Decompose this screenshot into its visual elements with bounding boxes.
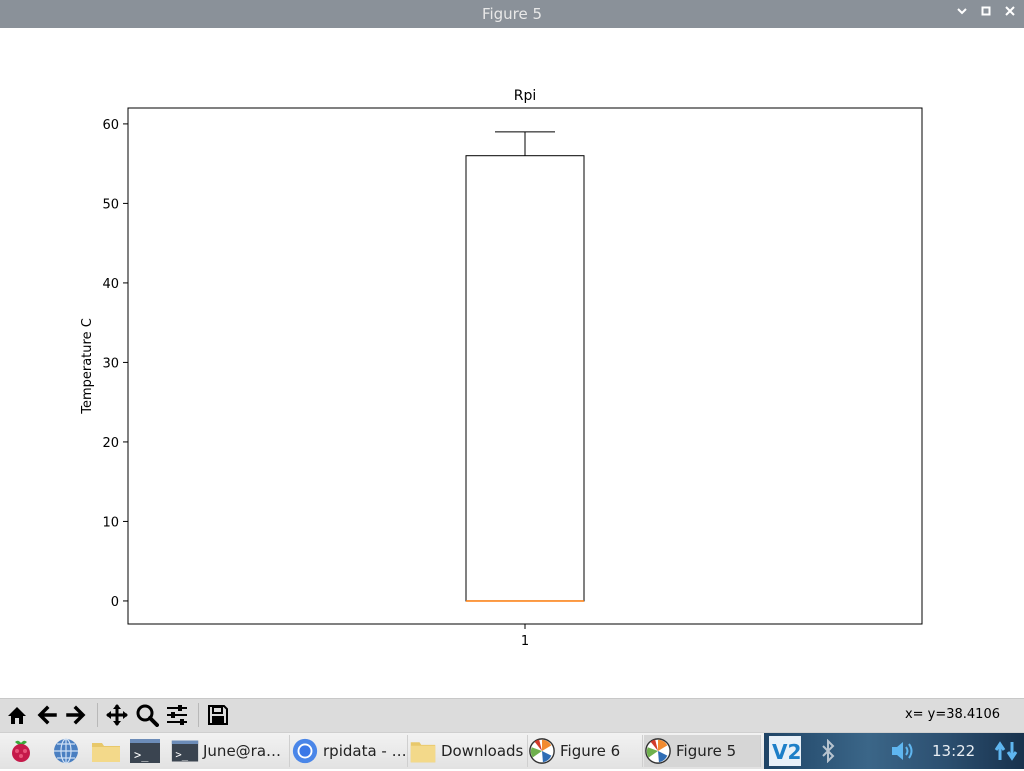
raspberry-menu-button[interactable]	[6, 736, 36, 766]
close-icon	[1005, 6, 1015, 16]
maximize-icon	[981, 6, 991, 16]
file-manager-icon	[92, 743, 120, 762]
x-tick-label: 1	[521, 634, 529, 649]
taskbar: >_ >_ June@ra… rpidata - … Downloads Fig…	[0, 732, 1024, 769]
toolbar-separator	[198, 703, 199, 727]
boxplot-chart: Rpi Temperature C 0 10 20 30 40 50 60 1	[80, 88, 923, 649]
forward-arrow-icon	[66, 705, 86, 725]
folder-icon	[410, 742, 436, 763]
forward-button[interactable]	[63, 702, 89, 728]
pan-button[interactable]	[104, 702, 130, 728]
close-button[interactable]	[1000, 4, 1020, 24]
window-titlebar: Figure 5	[0, 0, 1024, 28]
raspberry-menu-icon	[12, 740, 30, 762]
matplotlib-icon	[645, 738, 671, 764]
zoom-icon	[136, 704, 159, 727]
network-icon	[994, 741, 1018, 761]
y-tick-label: 0	[111, 595, 119, 610]
chart-title: Rpi	[514, 88, 537, 104]
task-label: rpidata - …	[323, 742, 407, 760]
back-arrow-icon	[37, 705, 57, 725]
configure-subplots-button[interactable]	[164, 702, 190, 728]
save-button[interactable]	[205, 702, 231, 728]
y-tick-label: 40	[102, 277, 119, 292]
task-label: June@ra…	[203, 742, 282, 760]
vnc-button[interactable]: V2	[768, 735, 802, 771]
task-label: Downloads	[441, 742, 524, 760]
system-tray: V2 13:22	[764, 733, 1024, 769]
box-iqr	[465, 155, 585, 602]
vnc-icon: V2	[769, 736, 801, 766]
terminal-icon: >_	[171, 740, 199, 762]
web-browser-icon	[54, 738, 78, 764]
window-title: Figure 5	[481, 5, 543, 23]
task-terminal[interactable]: >_ June@ra…	[171, 735, 290, 767]
home-icon	[8, 707, 26, 724]
bluetooth-button[interactable]	[820, 738, 836, 767]
task-figure-6[interactable]: Figure 6	[528, 735, 643, 767]
volume-button[interactable]	[890, 739, 918, 767]
web-browser-launcher[interactable]	[51, 736, 81, 766]
task-figure-5[interactable]: Figure 5	[644, 735, 761, 767]
back-button[interactable]	[34, 702, 60, 728]
y-tick-label: 60	[102, 118, 119, 133]
svg-text:V2: V2	[772, 740, 801, 764]
maximize-button[interactable]	[976, 4, 996, 24]
svg-text:>_: >_	[175, 749, 188, 761]
save-icon	[208, 705, 228, 725]
chromium-icon	[292, 738, 318, 764]
volume-icon	[892, 742, 913, 760]
task-label: Figure 6	[560, 742, 621, 760]
toolbar-separator	[97, 703, 98, 727]
svg-text:>_: >_	[134, 748, 149, 762]
x-axis-ticks: 1	[521, 624, 529, 649]
terminal-launcher[interactable]: >_	[129, 736, 160, 766]
matplotlib-icon	[529, 738, 555, 764]
task-downloads[interactable]: Downloads	[409, 735, 528, 767]
figure-canvas[interactable]: Rpi Temperature C 0 10 20 30 40 50 60 1	[0, 28, 1024, 698]
bluetooth-icon	[822, 738, 835, 764]
home-button[interactable]	[4, 702, 30, 728]
y-tick-label: 30	[102, 356, 119, 371]
task-label: Figure 5	[676, 742, 737, 760]
minimize-button[interactable]	[952, 4, 972, 24]
file-manager-launcher[interactable]	[90, 736, 120, 766]
zoom-button[interactable]	[134, 702, 160, 728]
task-chromium[interactable]: rpidata - …	[291, 735, 408, 767]
clock: 13:22	[932, 742, 976, 760]
cursor-coordinates: x= y=38.4106	[904, 707, 1000, 722]
y-tick-label: 10	[102, 515, 119, 530]
y-axis-label: Temperature C	[80, 318, 95, 415]
chevron-down-icon	[957, 8, 967, 15]
navigation-toolbar: x= y=38.4106	[0, 698, 1024, 733]
terminal-icon: >_	[130, 739, 160, 763]
configure-subplots-icon	[167, 705, 187, 725]
y-tick-label: 50	[102, 197, 119, 212]
pan-icon	[106, 704, 128, 726]
y-tick-label: 20	[102, 436, 119, 451]
network-button[interactable]	[994, 738, 1020, 768]
box-series	[465, 131, 585, 602]
plot-axes-frame	[127, 107, 923, 625]
y-axis-ticks: 0 10 20 30 40 50 60	[102, 118, 128, 610]
